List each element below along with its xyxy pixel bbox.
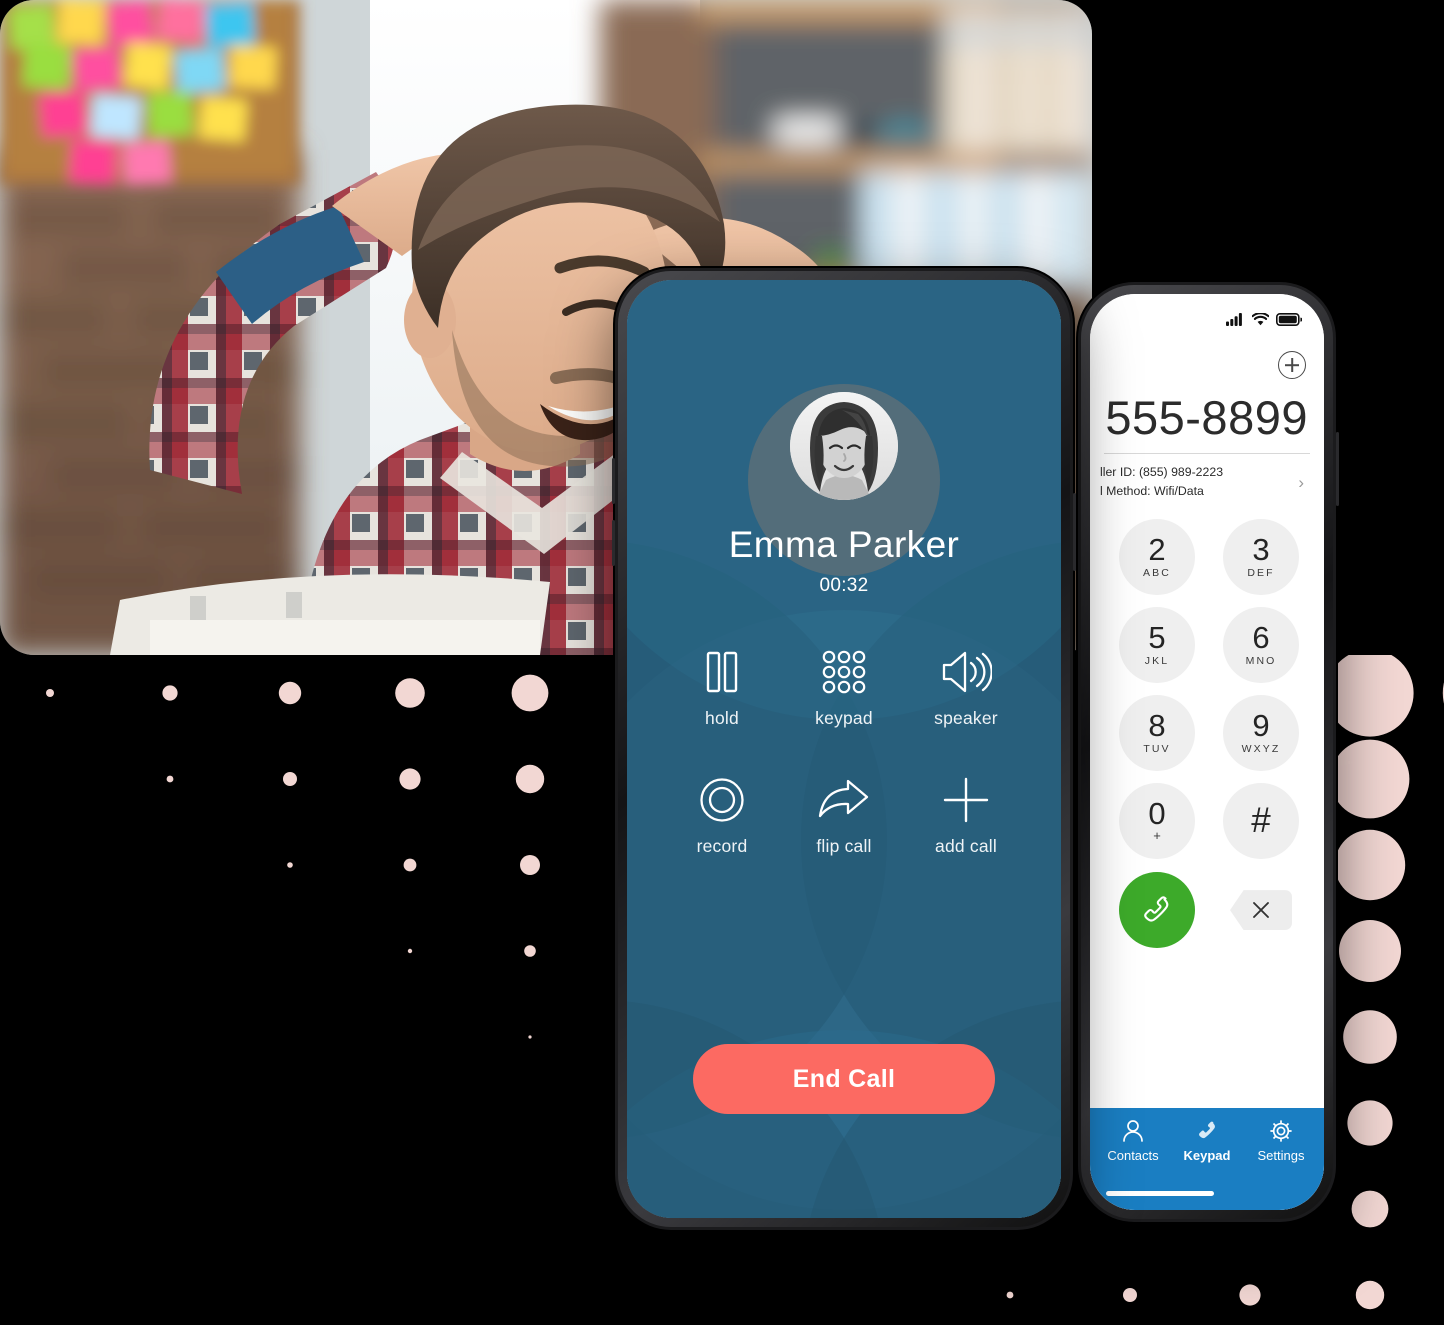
wifi-icon: [1252, 312, 1269, 325]
keypad-key-9[interactable]: 9 WXYZ: [1223, 695, 1299, 772]
signal-bars-icon: [1226, 312, 1242, 326]
control-label-hold: hold: [705, 708, 739, 728]
keypad-grid-wrap: 2 ABC 3 DEF 5 JKL 6 MNO 8 TUV 9 WXYZ 0 + #: [1090, 513, 1324, 1108]
end-call-button[interactable]: End Call: [693, 1044, 995, 1114]
contact-name: Emma Parker: [728, 524, 960, 565]
keypad-key-digit: 8: [1148, 708, 1166, 744]
caller-id-line: ller ID: (855) 989-2223: [1100, 465, 1224, 479]
keypad-action-row: [1090, 859, 1324, 949]
call-controls-grid: hold keypad speaker record flip call add…: [627, 649, 1061, 857]
phone-device-incall: Emma Parker 00:32 hold keypad speaker re…: [612, 268, 1076, 1230]
keypad-key-digit: 2: [1148, 532, 1166, 568]
call-details-row[interactable]: ller ID: (855) 989-2223 l Method: Wifi/D…: [1090, 454, 1324, 513]
power-button-left[interactable]: [1073, 493, 1076, 571]
phone-screen-dialer: 555-8899 ller ID: (855) 989-2223 l Metho…: [1090, 294, 1324, 1210]
phone-screen-incall: Emma Parker 00:32 hold keypad speaker re…: [627, 280, 1061, 1218]
avatar: [790, 392, 898, 500]
person-icon: [1123, 1120, 1143, 1142]
record-circle-icon: [699, 777, 745, 823]
keypad-key-digit: 5: [1148, 620, 1166, 656]
battery-icon: [1276, 312, 1302, 326]
flip-arrow-icon: [817, 777, 871, 823]
status-bar: [1090, 294, 1324, 336]
speaker-icon: [940, 649, 992, 695]
volume-down-button[interactable]: [612, 520, 615, 566]
dialed-number-text: 555-8899: [1105, 391, 1308, 444]
nav-label-keypad: Keypad: [1183, 1148, 1231, 1163]
control-label-add-call: add call: [935, 836, 997, 856]
control-keypad[interactable]: keypad: [783, 649, 905, 729]
nav-item-contacts[interactable]: Contacts: [1102, 1118, 1164, 1163]
call-button[interactable]: [1119, 872, 1195, 949]
control-label-speaker: speaker: [934, 708, 998, 728]
keypad-key-letters: WXYZ: [1241, 742, 1281, 755]
keypad-key-hash[interactable]: #: [1223, 783, 1299, 860]
avatar-portrait: [790, 392, 898, 500]
volume-up-button[interactable]: [612, 458, 615, 504]
keypad-grid: 2 ABC 3 DEF 5 JKL 6 MNO 8 TUV 9 WXYZ 0 + #: [1090, 515, 1324, 860]
dialed-number-display[interactable]: 555-8899: [1090, 394, 1324, 449]
in-call-screen: Emma Parker 00:32 hold keypad speaker re…: [627, 280, 1061, 1218]
keypad-key-letters: JKL: [1144, 654, 1170, 667]
plus-icon: [943, 777, 989, 823]
phone-icon: [1199, 1121, 1215, 1139]
plus-circle-icon[interactable]: [1278, 351, 1306, 379]
keypad-key-letters: MNO: [1245, 654, 1277, 667]
control-flip-call[interactable]: flip call: [783, 777, 905, 857]
control-add-call[interactable]: add call: [905, 777, 1027, 857]
in-call-content: Emma Parker 00:32 hold keypad speaker re…: [627, 280, 1061, 1218]
nav-label-settings: Settings: [1257, 1148, 1305, 1163]
nav-label-contacts: Contacts: [1107, 1148, 1159, 1163]
keypad-key-2[interactable]: 2 ABC: [1119, 519, 1195, 596]
add-contact-row: [1090, 336, 1324, 394]
bottom-nav-bar: Contacts Keypad Settings: [1090, 1108, 1324, 1210]
keypad-key-5[interactable]: 5 JKL: [1119, 607, 1195, 684]
nav-item-settings[interactable]: Settings: [1250, 1118, 1312, 1163]
keypad-key-digit: 0: [1148, 795, 1166, 831]
keypad-key-digit: #: [1251, 801, 1271, 841]
keypad-key-0[interactable]: 0 +: [1119, 783, 1195, 860]
gear-icon: [1270, 1120, 1292, 1142]
keypad-key-letters: DEF: [1247, 566, 1275, 579]
call-details-text: ller ID: (855) 989-2223 l Method: Wifi/D…: [1100, 463, 1223, 501]
keypad-key-digit: 3: [1252, 532, 1270, 568]
keypad-key-letters: +: [1153, 828, 1161, 844]
delete-button[interactable]: [1230, 890, 1292, 931]
keypad-key-letters: TUV: [1143, 742, 1171, 755]
control-label-flip-call: flip call: [816, 836, 872, 856]
control-speaker[interactable]: speaker: [905, 649, 1027, 729]
keypad-key-digit: 9: [1252, 708, 1270, 744]
nav-item-keypad[interactable]: Keypad: [1176, 1118, 1238, 1163]
keypad-key-8[interactable]: 8 TUV: [1119, 695, 1195, 772]
keypad-key-digit: 6: [1252, 620, 1270, 656]
keypad-dots-icon: [821, 649, 867, 695]
control-label-keypad: keypad: [815, 708, 873, 728]
control-hold[interactable]: hold: [661, 649, 783, 729]
keypad-key-letters: ABC: [1143, 566, 1171, 579]
keypad-key-6[interactable]: 6 MNO: [1223, 607, 1299, 684]
close-x-icon: [1253, 902, 1269, 919]
call-timer: 00:32: [819, 575, 869, 596]
dialer-app: 555-8899 ller ID: (855) 989-2223 l Metho…: [1090, 294, 1324, 1210]
home-indicator: [1106, 1191, 1214, 1196]
chevron-right-icon[interactable]: ›: [1298, 474, 1308, 491]
phone-device-dialer: 555-8899 ller ID: (855) 989-2223 l Metho…: [1078, 282, 1339, 1222]
control-label-record: record: [696, 836, 748, 856]
call-method-line: l Method: Wifi/Data: [1100, 484, 1204, 499]
phone-handset-icon: [1144, 896, 1169, 922]
power-button-right[interactable]: [1336, 432, 1339, 506]
pause-icon: [703, 649, 741, 695]
control-record[interactable]: record: [661, 777, 783, 857]
keypad-key-3[interactable]: 3 DEF: [1223, 519, 1299, 596]
